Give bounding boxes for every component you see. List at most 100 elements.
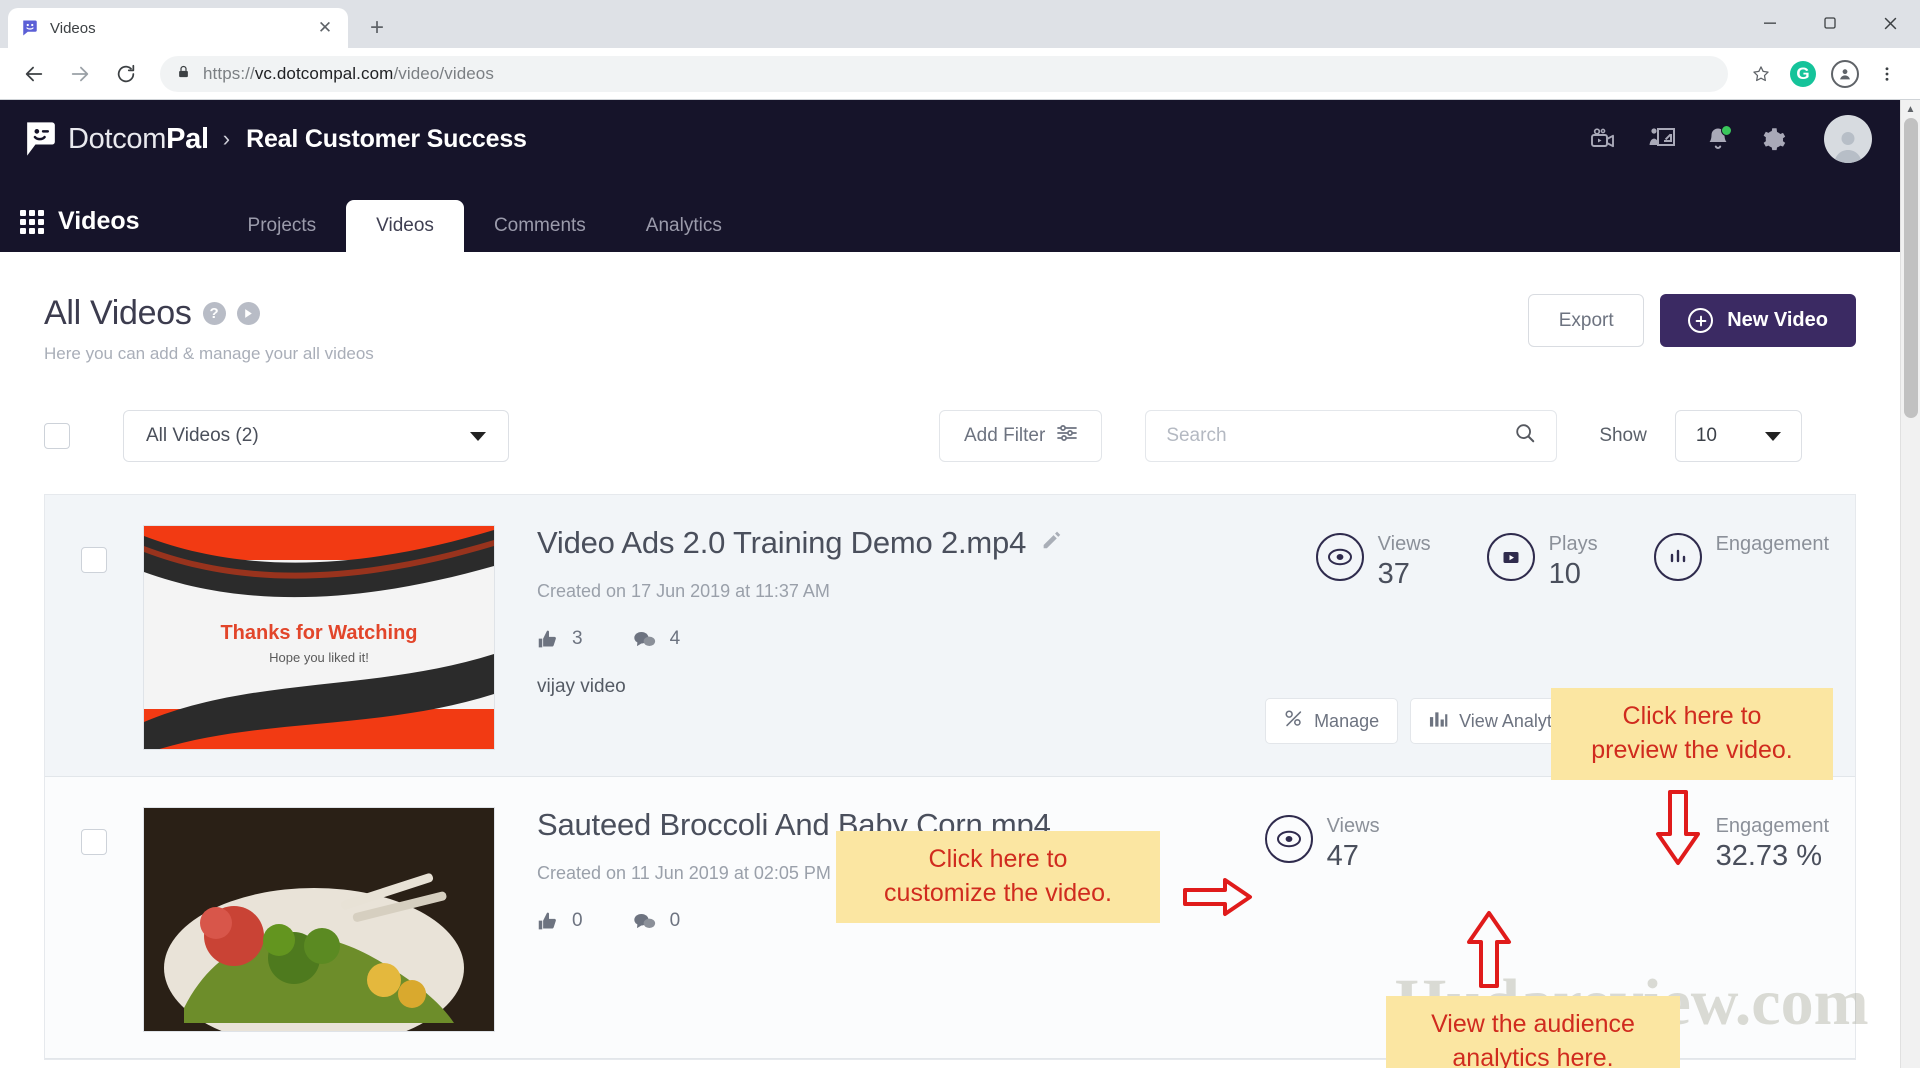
- video-description: vijay video: [537, 676, 626, 697]
- notification-badge: [1721, 125, 1732, 136]
- edit-pencil-icon[interactable]: [1040, 529, 1062, 557]
- stat-views: Views 37: [1315, 533, 1431, 591]
- video-engagement-counts: 3 4: [537, 628, 1316, 650]
- reload-icon[interactable]: [106, 54, 146, 94]
- comment-count[interactable]: 0: [633, 910, 680, 932]
- search-icon[interactable]: [1514, 422, 1536, 450]
- help-icon[interactable]: ?: [202, 302, 226, 325]
- video-title[interactable]: Video Ads 2.0 Training Demo 2.mp4: [537, 525, 1026, 561]
- svg-text:Hope you liked it!: Hope you liked it!: [269, 650, 369, 665]
- engagement-icon: [1653, 533, 1702, 581]
- scrollbar-thumb[interactable]: [1904, 118, 1918, 418]
- settings-gear-icon[interactable]: [1760, 126, 1786, 152]
- like-count[interactable]: 0: [537, 910, 583, 932]
- page-content: All Videos ? Here you can add & manage y…: [0, 252, 1900, 1060]
- manage-button[interactable]: Manage: [1265, 698, 1399, 744]
- stat-plays-text: Plays 10: [1549, 533, 1598, 591]
- stat-engagement: Engagement: [1653, 533, 1829, 581]
- like-count[interactable]: 3: [537, 628, 583, 650]
- comment-bubble-icon: [633, 629, 656, 650]
- page-size-value: 10: [1695, 425, 1717, 446]
- brand-name-first: Dotcom: [68, 122, 167, 155]
- page-header-left: All Videos ? Here you can add & manage y…: [44, 294, 374, 364]
- svg-text:Thanks for Watching: Thanks for Watching: [220, 622, 417, 644]
- customize-callout: Click here to customize the video.: [836, 831, 1160, 923]
- tab-analytics-label: Analytics: [645, 215, 722, 236]
- page-size-select[interactable]: 10: [1674, 410, 1802, 462]
- comment-bubble-icon: [633, 911, 656, 932]
- new-video-button-label: New Video: [1727, 309, 1828, 331]
- comment-count[interactable]: 4: [633, 628, 680, 650]
- videos-filter-select[interactable]: All Videos (2): [123, 410, 509, 462]
- browser-tab-strip: Videos ✕ +: [0, 0, 1920, 48]
- video-thumbnail[interactable]: Thanks for Watching Hope you liked it!: [143, 525, 495, 750]
- stat-views: Views 47: [1264, 815, 1380, 873]
- subnav-left: Videos: [20, 207, 140, 252]
- preview-arrow-down-icon: [1655, 790, 1701, 871]
- tab-comments[interactable]: Comments: [464, 200, 616, 252]
- star-icon[interactable]: [1742, 55, 1780, 93]
- manage-button-label: Manage: [1314, 710, 1380, 731]
- row-checkbox[interactable]: [81, 547, 107, 573]
- play-tutorial-icon[interactable]: [236, 302, 260, 325]
- new-tab-button[interactable]: +: [360, 11, 394, 45]
- stat-engagement-value: 32.73 %: [1715, 840, 1822, 872]
- dotcompal-logo-icon: [24, 121, 58, 157]
- scroll-up-icon[interactable]: ▲: [1901, 100, 1920, 118]
- stat-views-label: Views: [1377, 533, 1431, 555]
- address-bar[interactable]: https://vc.dotcompal.com/video/videos: [160, 55, 1728, 92]
- notifications-bell-icon[interactable]: [1706, 125, 1732, 152]
- tab-projects[interactable]: Projects: [218, 200, 347, 252]
- user-avatar-icon[interactable]: [1824, 115, 1872, 163]
- back-arrow-icon[interactable]: [14, 54, 54, 94]
- export-button-label: Export: [1558, 309, 1614, 331]
- brand-name: DotcomPal: [68, 123, 209, 156]
- tab-videos[interactable]: Videos: [346, 200, 464, 252]
- browser-tab-title: Videos: [50, 19, 96, 37]
- stat-plays-value: 10: [1548, 558, 1581, 590]
- more-vertical-icon[interactable]: [1868, 55, 1906, 93]
- window-close-icon[interactable]: [1860, 0, 1920, 46]
- lock-icon: [176, 64, 191, 84]
- app-subnav: Videos Projects Videos Comments Analytic…: [0, 178, 1900, 252]
- breadcrumb-separator: ›: [222, 126, 231, 151]
- page-scrollbar[interactable]: ▲: [1900, 100, 1920, 1068]
- page-title: All Videos: [44, 294, 192, 332]
- minimize-icon[interactable]: [1740, 0, 1800, 46]
- video-stats: Views 37 Plays 10 Engagement: [1315, 525, 1829, 591]
- brand-block[interactable]: DotcomPal: [24, 121, 209, 157]
- show-label: Show: [1599, 425, 1647, 446]
- customize-arrow-right-icon: [1183, 876, 1253, 923]
- filter-sliders-icon: [1057, 424, 1078, 448]
- search-input[interactable]: Search: [1166, 425, 1226, 447]
- stat-views-text: Views 37: [1378, 533, 1431, 591]
- maximize-icon[interactable]: [1800, 0, 1860, 46]
- play-box-icon: [1486, 533, 1535, 581]
- video-thumbnail[interactable]: [143, 807, 495, 1032]
- dotcompal-logo-icon: [20, 18, 40, 38]
- export-button[interactable]: Export: [1528, 294, 1645, 347]
- account-icon[interactable]: [1826, 55, 1864, 93]
- eye-icon: [1264, 815, 1313, 863]
- new-video-button[interactable]: New Video: [1660, 294, 1856, 347]
- analytics-arrow-up-icon: [1465, 910, 1513, 993]
- add-filter-button[interactable]: Add Filter: [939, 410, 1103, 462]
- close-icon[interactable]: ✕: [314, 17, 336, 39]
- grammarly-extension-icon[interactable]: G: [1784, 55, 1822, 93]
- page-subtitle: Here you can add & manage your all video…: [44, 344, 374, 363]
- row-checkbox[interactable]: [81, 829, 107, 855]
- stat-views-text: Views 47: [1327, 815, 1380, 873]
- browser-tab[interactable]: Videos ✕: [8, 8, 348, 48]
- search-box[interactable]: Search: [1145, 410, 1558, 462]
- chevron-down-icon: [470, 431, 486, 441]
- like-count-value: 0: [572, 910, 583, 931]
- select-all-checkbox[interactable]: [44, 423, 70, 449]
- video-camera-icon[interactable]: [1590, 127, 1618, 151]
- training-screen-icon[interactable]: [1648, 126, 1676, 152]
- settings-sliders-icon: [1284, 709, 1303, 733]
- forward-arrow-icon[interactable]: [60, 54, 100, 94]
- eye-icon: [1315, 533, 1364, 581]
- apps-grid-icon[interactable]: [20, 209, 44, 234]
- stat-engagement: Engagement 32.73 %: [1716, 815, 1829, 873]
- tab-analytics[interactable]: Analytics: [616, 200, 752, 252]
